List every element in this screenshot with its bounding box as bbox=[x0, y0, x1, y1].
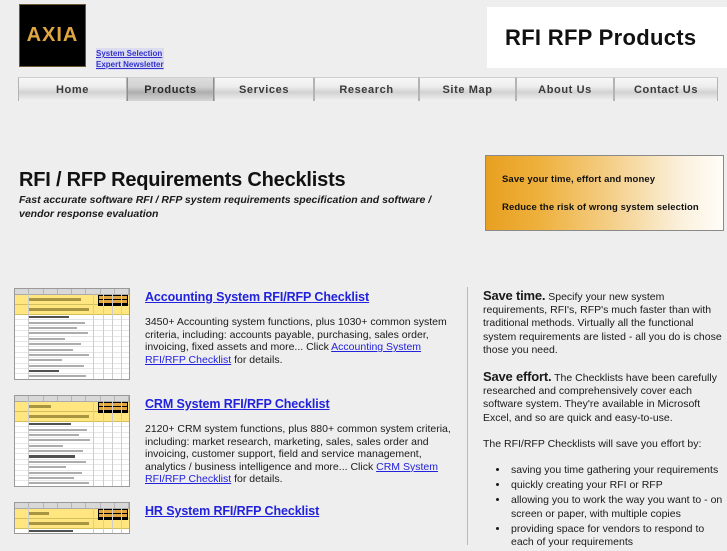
product-list: Accounting System RFI/RFP Checklist 3450… bbox=[14, 288, 459, 549]
axia-logo[interactable]: AXIA bbox=[19, 4, 86, 67]
promo-line-2: Reduce the risk of wrong system selectio… bbox=[502, 202, 723, 213]
header-link-list: System Selection Expert Newsletter bbox=[96, 48, 164, 70]
product-title-link[interactable]: HR System RFI/RFP Checklist bbox=[145, 504, 319, 518]
product-title-link[interactable]: CRM System RFI/RFP Checklist bbox=[145, 397, 330, 411]
product-description: 2120+ CRM system functions, plus 880+ co… bbox=[145, 423, 459, 486]
list-item: Accounting System RFI/RFP Checklist 3450… bbox=[14, 288, 459, 380]
promo-banner: Save your time, effort and money Reduce … bbox=[485, 155, 724, 231]
list-item: HR System RFI/RFP Checklist bbox=[14, 502, 459, 534]
page-title: RFI RFP Products bbox=[487, 25, 696, 51]
link-expert-newsletter[interactable]: Expert Newsletter bbox=[96, 59, 164, 70]
hr-checklist-thumbnail[interactable] bbox=[14, 502, 130, 534]
nav-tab-contact-us[interactable]: Contact Us bbox=[614, 77, 718, 101]
list-item: saving you time gathering your requireme… bbox=[509, 464, 725, 477]
logo-text: AXIA bbox=[27, 24, 79, 47]
save-time-paragraph: Save time. Specify your new system requi… bbox=[483, 289, 725, 357]
save-effort-paragraph: Save effort. The Checklists have been ca… bbox=[483, 370, 725, 425]
desc-text-after: for details. bbox=[231, 354, 282, 366]
nav-tab-home[interactable]: Home bbox=[18, 77, 127, 101]
content-heading: RFI / RFP Requirements Checklists bbox=[19, 169, 345, 192]
product-description: 3450+ Accounting system functions, plus … bbox=[145, 316, 459, 366]
effort-intro: The RFI/RFP Checklists will save you eff… bbox=[483, 438, 725, 451]
content-subheading: Fast accurate software RFI / RFP system … bbox=[19, 193, 449, 221]
save-effort-lead: Save effort. bbox=[483, 369, 551, 384]
sidebar-divider bbox=[467, 287, 468, 545]
list-item: quickly creating your RFI or RFP bbox=[509, 479, 725, 492]
accounting-checklist-thumbnail[interactable] bbox=[14, 288, 130, 380]
benefits-bullet-list: saving you time gathering your requireme… bbox=[483, 464, 725, 549]
main-navigation: Home Products Services Research Site Map… bbox=[0, 77, 727, 101]
nav-tab-research[interactable]: Research bbox=[314, 77, 419, 101]
list-item: CRM System RFI/RFP Checklist 2120+ CRM s… bbox=[14, 395, 459, 487]
list-item: allowing you to work the way you want to… bbox=[509, 494, 725, 520]
crm-checklist-thumbnail[interactable] bbox=[14, 395, 130, 487]
nav-tab-site-map[interactable]: Site Map bbox=[419, 77, 516, 101]
benefits-sidebar: Save time. Specify your new system requi… bbox=[483, 289, 725, 551]
product-title-link[interactable]: Accounting System RFI/RFP Checklist bbox=[145, 290, 369, 304]
link-system-selection[interactable]: System Selection bbox=[96, 48, 164, 59]
site-header: AXIA System Selection Expert Newsletter … bbox=[0, 0, 727, 75]
nav-tab-products[interactable]: Products bbox=[127, 77, 214, 101]
save-time-lead: Save time. bbox=[483, 288, 545, 303]
promo-line-1: Save your time, effort and money bbox=[502, 174, 723, 185]
nav-tab-about-us[interactable]: About Us bbox=[516, 77, 614, 101]
header-title-panel: RFI RFP Products bbox=[487, 7, 727, 68]
nav-tab-services[interactable]: Services bbox=[214, 77, 314, 101]
list-item: providing space for vendors to respond t… bbox=[509, 523, 725, 549]
desc-text-after: for details. bbox=[231, 473, 282, 485]
